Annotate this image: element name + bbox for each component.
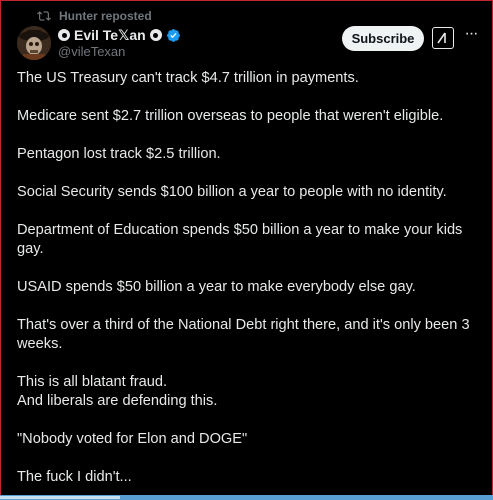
verified-badge-icon — [166, 28, 180, 42]
avatar-image — [17, 26, 51, 60]
post-paragraph: And liberals are defending this. — [17, 393, 218, 409]
more-options-icon[interactable]: ··· — [462, 26, 480, 44]
repost-icon — [37, 11, 51, 21]
post-paragraph: Pentagon lost track $2.5 trillion. — [17, 146, 221, 162]
emoji-badge-icon — [149, 29, 162, 41]
post-paragraph: That's over a third of the National Debt… — [17, 317, 470, 352]
post-paragraph: USAID spends $50 billion a year to make … — [17, 279, 416, 295]
repost-indicator[interactable]: Hunter reposted — [37, 8, 152, 24]
post-paragraph: "Nobody voted for Elon and DOGE" — [17, 431, 248, 447]
post-paragraph: This is all blatant fraud. — [17, 374, 168, 390]
subscribe-button[interactable]: Subscribe — [342, 26, 424, 51]
grok-icon[interactable] — [432, 27, 454, 49]
author-name-row[interactable]: Evil Te𝕏an — [58, 26, 181, 44]
author-display-name: Evil Te𝕏an — [74, 26, 146, 43]
post-paragraph: Department of Education spends $50 billi… — [17, 222, 463, 257]
grok-glyph-icon — [437, 32, 446, 44]
repost-text: Hunter reposted — [59, 9, 152, 23]
post-paragraph: Medicare sent $2.7 trillion overseas to … — [17, 108, 444, 124]
avatar[interactable] — [17, 26, 51, 60]
post-paragraph: The US Treasury can't track $4.7 trillio… — [17, 70, 359, 86]
author-handle[interactable]: @vileTexan — [58, 44, 125, 59]
post-paragraph: The fuck I didn't... — [17, 469, 132, 485]
post-paragraph: Social Security sends $100 billion a yea… — [17, 184, 447, 200]
post-body: The US Treasury can't track $4.7 trillio… — [17, 69, 483, 487]
scrollbar-thumb[interactable] — [0, 496, 120, 499]
horizontal-scrollbar[interactable] — [0, 495, 493, 500]
emoji-badge-icon — [58, 29, 70, 41]
